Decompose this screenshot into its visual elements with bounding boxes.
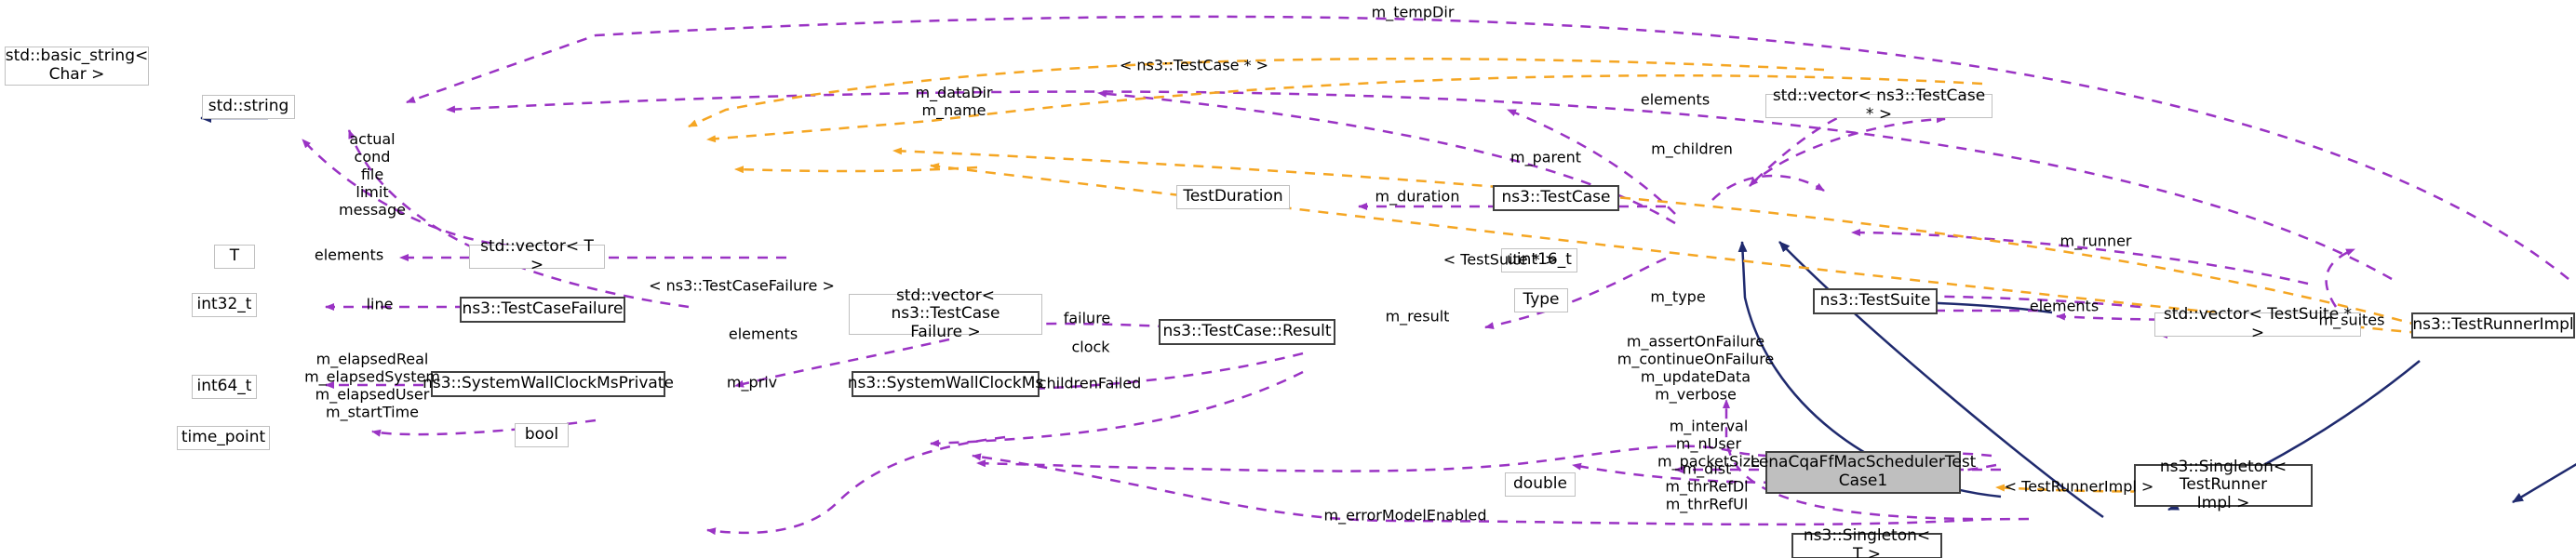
node-label: ns3::TestSuite — [1819, 291, 1931, 311]
edge-label-elements-failure: elements — [728, 325, 798, 343]
node-int32-t[interactable]: int32_t — [192, 293, 257, 317]
edge-label-testrunnerimpl-template: < TestRunnerImpl > — [2004, 477, 2154, 496]
edge-label-m-errormodelenabled: m_errorModelEnabled — [1323, 506, 1487, 525]
node-label: int32_t — [196, 295, 252, 314]
node-std-basic-string[interactable]: std::basic_string< Char > — [5, 46, 149, 86]
edge-label-m-priv: m_priv — [726, 373, 778, 392]
node-ns3-singleton-testrunnerimpl[interactable]: ns3::Singleton< TestRunner Impl > — [2134, 458, 2313, 512]
edge-label-m-children: m_children — [1651, 140, 1733, 158]
node-std-vector-testcasefailure[interactable]: std::vector< ns3::TestCase Failure > — [849, 286, 1042, 340]
edge-label-clock: clock — [1071, 338, 1110, 356]
edge-label-m-suites: m_suites — [2318, 311, 2385, 329]
edge-label-m-runner: m_runner — [2059, 232, 2132, 250]
node-label: T — [229, 246, 240, 266]
node-bool[interactable]: bool — [515, 423, 569, 447]
usage-edges — [302, 15, 2569, 536]
node-label: std::basic_string< Char > — [5, 46, 149, 84]
node-label: ns3::Singleton< T > — [1803, 526, 1931, 558]
node-int64-t[interactable]: int64_t — [192, 375, 257, 399]
template-edges — [688, 57, 2439, 493]
node-time-point[interactable]: time_point — [177, 426, 270, 450]
node-ns3-systemwallclockms[interactable]: ns3::SystemWallClockMs — [848, 371, 1043, 397]
edge-label-m-type: m_type — [1650, 287, 1706, 306]
node-ns3-testrunnerimpl[interactable]: ns3::TestRunnerImpl — [2411, 312, 2575, 339]
edge-label-dist-group: m_dist m_thrRefDl m_thrRefUl — [1665, 459, 1749, 513]
edge-label-vector-testcasefailure-template: < ns3::TestCaseFailure > — [649, 276, 835, 295]
node-label: ns3::SystemWallClockMsPrivate — [423, 374, 674, 393]
node-label: ns3::SystemWallClockMs — [847, 374, 1044, 393]
edge-label-m-result: m_result — [1385, 307, 1450, 326]
node-std-vector-testcase-ptr[interactable]: std::vector< ns3::TestCase * > — [1765, 87, 1992, 124]
edge-label-elements-T: elements — [314, 246, 384, 264]
node-ns3-testcase[interactable]: ns3::TestCase — [1493, 185, 1619, 211]
node-ns3-systemwallclockmsprivate[interactable]: ns3::SystemWallClockMsPrivate — [423, 371, 674, 397]
edge-label-m-parent: m_parent — [1509, 148, 1582, 166]
edge-label-testsuite-ptr-template: < TestSuite * > — [1442, 250, 1558, 269]
edge-label-elements-testsuite: elements — [2029, 297, 2100, 315]
node-label: ns3::Singleton< TestRunner Impl > — [2159, 457, 2288, 512]
node-type[interactable]: Type — [1514, 288, 1568, 312]
node-label: double — [1513, 474, 1567, 494]
node-label: TestDuration — [1183, 187, 1283, 206]
node-testduration[interactable]: TestDuration — [1176, 185, 1290, 209]
edge-label-line: line — [366, 295, 394, 313]
node-T[interactable]: T — [214, 245, 255, 269]
edge-label-assert-group: m_assertOnFailure m_continueOnFailure m_… — [1617, 332, 1775, 403]
node-label: ns3::TestCase — [1501, 188, 1611, 207]
edge-label-testcase-ptr-template: < ns3::TestCase * > — [1119, 56, 1269, 74]
edge-label-m-datadir-m-name: m_dataDir m_name — [915, 84, 993, 119]
node-ns3-testsuite[interactable]: ns3::TestSuite — [1813, 288, 1938, 314]
edge-label-m-duration: m_duration — [1375, 187, 1460, 206]
node-label: bool — [524, 425, 559, 445]
edge-label-elements-testcase: elements — [1640, 90, 1711, 109]
node-lenacqaffmacschedulertestcase1[interactable]: LenaCqaFfMacSchedulerTest Case1 — [1751, 451, 1976, 494]
node-label: std::string — [208, 97, 289, 116]
node-label: ns3::TestCaseFailure — [462, 299, 624, 319]
node-std-string[interactable]: std::string — [202, 95, 295, 119]
collaboration-diagram: std::basic_string< Char > std::string T … — [0, 0, 2576, 558]
node-std-vector-T[interactable]: std::vector< T > — [469, 238, 605, 274]
edge-label-failure: failure — [1063, 309, 1111, 327]
node-ns3-testcase-result[interactable]: ns3::TestCase::Result — [1159, 319, 1335, 345]
node-label: LenaCqaFfMacSchedulerTest Case1 — [1750, 453, 1977, 490]
edge-label-elapsed-group: m_elapsedReal m_elapsedSystem m_elapsedU… — [304, 350, 440, 420]
node-double[interactable]: double — [1505, 472, 1576, 497]
node-label: int64_t — [196, 377, 252, 396]
node-label: std::vector< ns3::TestCase Failure > — [891, 286, 1000, 341]
node-label: time_point — [181, 428, 266, 447]
node-ns3-singleton-T[interactable]: ns3::Singleton< T > — [1791, 527, 1942, 558]
node-label: Type — [1523, 290, 1560, 310]
edge-label-actual-cond-file-limit-message: actual cond file limit message — [339, 129, 406, 219]
node-label: std::vector< ns3::TestCase * > — [1772, 86, 1986, 124]
node-label: ns3::TestRunnerImpl — [2412, 315, 2574, 335]
node-label: std::vector< T > — [480, 237, 594, 274]
edge-label-m-temp-dir: m_tempDir — [1371, 3, 1455, 21]
node-label: ns3::TestCase::Result — [1162, 322, 1332, 341]
edge-label-childrenfailed: childrenFailed — [1038, 374, 1142, 392]
node-ns3-testcasefailure[interactable]: ns3::TestCaseFailure — [460, 297, 625, 323]
